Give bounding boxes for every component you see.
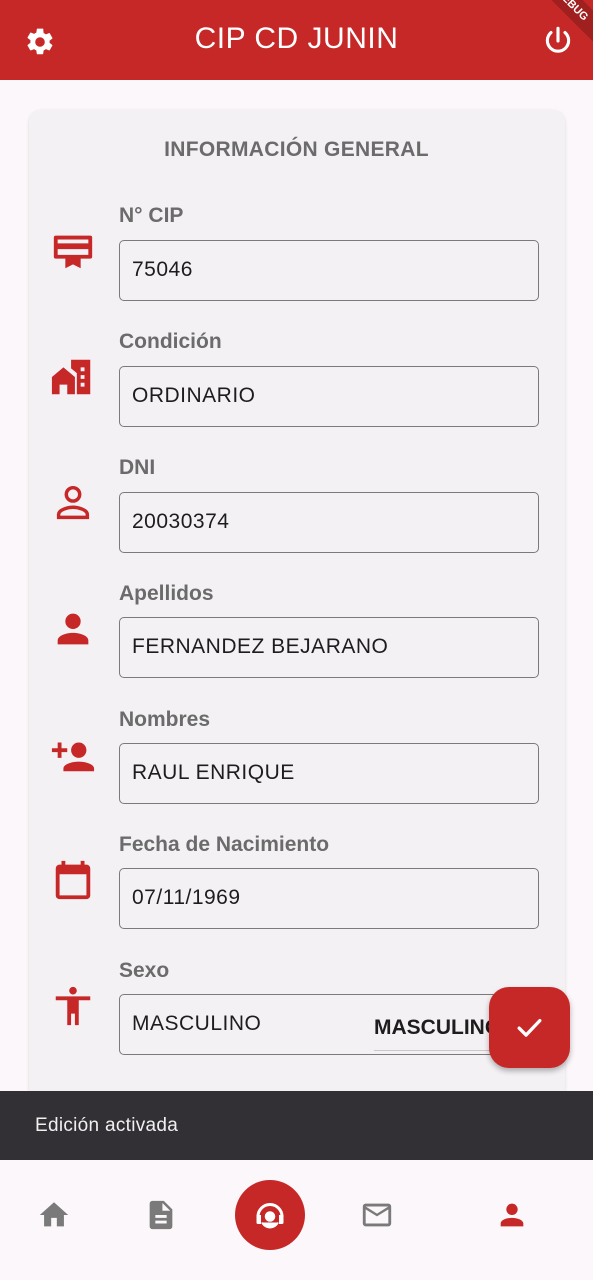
field-label-condicion: Condición — [119, 330, 222, 353]
house-building-icon — [51, 359, 91, 395]
add-person-icon — [51, 742, 95, 772]
power-icon[interactable] — [541, 24, 575, 58]
calendar-icon — [55, 860, 91, 900]
field-label-nombres: Nombres — [119, 708, 211, 731]
condicion-field[interactable]: ORDINARIO — [119, 366, 539, 427]
nombres-field[interactable]: RAUL ENRIQUE — [119, 743, 539, 804]
field-label-cip: N° CIP — [119, 204, 184, 227]
dni-field[interactable]: 20030374 — [119, 492, 539, 553]
check-icon — [517, 1018, 542, 1037]
person-outline-icon — [56, 485, 90, 520]
field-label-sexo: Sexo — [119, 959, 170, 982]
snackbar: Edición activada — [0, 1091, 593, 1160]
support-agent-button[interactable] — [235, 1180, 305, 1250]
support-agent-icon — [256, 1203, 284, 1229]
cip-field[interactable]: 75046 — [119, 240, 539, 301]
person-nav-icon[interactable] — [495, 1198, 529, 1232]
apellidos-field[interactable]: FERNANDEZ BEJARANO — [119, 617, 539, 678]
field-label-dni: DNI — [119, 456, 156, 479]
confirm-fab[interactable] — [489, 987, 570, 1068]
document-icon[interactable] — [144, 1198, 178, 1232]
app-title: CIP CD JUNIN — [194, 22, 399, 55]
field-label-apellidos: Apellidos — [119, 582, 214, 605]
snackbar-message: Edición activada — [35, 1115, 179, 1136]
field-label-fecha: Fecha de Nacimiento — [119, 833, 330, 856]
accessibility-icon — [55, 986, 91, 1026]
sexo-dropdown[interactable]: MASCULINO — [374, 1014, 494, 1051]
person-icon — [57, 613, 89, 645]
app-bar: CIP CD JUNIN DEBUG — [0, 0, 593, 80]
card-title: INFORMACIÓN GENERAL — [164, 138, 429, 161]
mail-icon[interactable] — [360, 1198, 394, 1232]
fecha-nacimiento-field[interactable]: 07/11/1969 — [119, 868, 539, 929]
home-icon[interactable] — [37, 1198, 71, 1232]
id-card-icon — [53, 235, 93, 269]
